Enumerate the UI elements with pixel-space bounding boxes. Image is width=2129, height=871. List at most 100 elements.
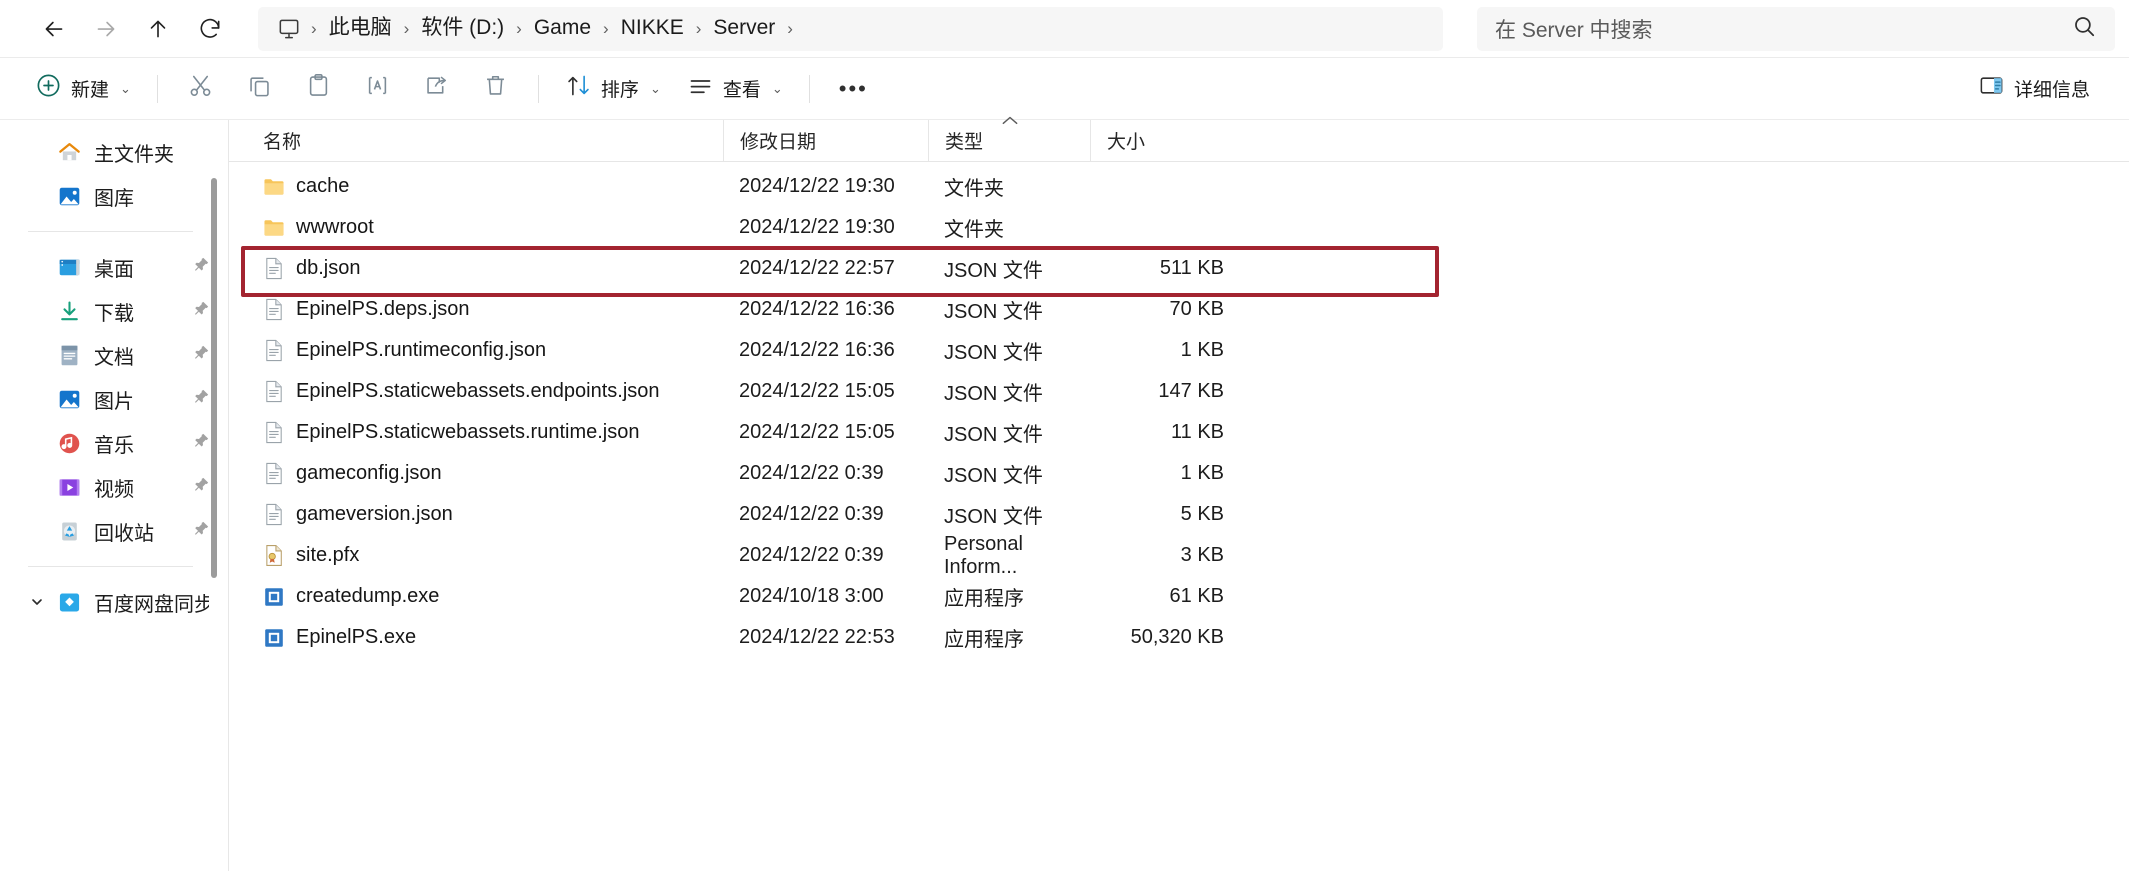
pin-icon[interactable] xyxy=(193,432,209,455)
sidebar-item-label: 百度网盘同步空 xyxy=(94,588,209,617)
forward-arrow-icon xyxy=(93,16,119,42)
sidebar-item-recycle-bin[interactable]: 回收站 xyxy=(6,509,221,553)
column-header-name[interactable]: 名称 xyxy=(247,120,723,162)
breadcrumb-item-this-pc[interactable]: 此电脑 xyxy=(320,11,401,45)
table-row[interactable]: createdump.exe 2024/10/18 3:00 应用程序 61 K… xyxy=(229,576,2129,617)
file-type-cell: Personal Inform... xyxy=(928,535,1090,576)
pin-icon[interactable] xyxy=(193,344,209,367)
cut-button[interactable] xyxy=(171,67,230,111)
table-row[interactable]: gameversion.json 2024/12/22 0:39 JSON 文件… xyxy=(229,494,2129,535)
sidebar-group-pinned: 桌面 下载 xyxy=(0,245,227,553)
pin-icon[interactable] xyxy=(193,476,209,499)
toolbar-divider xyxy=(157,75,158,103)
clipboard-icon xyxy=(305,72,332,105)
file-date-cell: 2024/10/18 3:00 xyxy=(723,576,928,617)
pin-icon[interactable] xyxy=(193,256,209,279)
file-name: site.pfx xyxy=(296,544,359,567)
table-row[interactable]: cache 2024/12/22 19:30 文件夹 xyxy=(229,166,2129,207)
chevron-down-icon[interactable] xyxy=(24,594,50,610)
refresh-button[interactable] xyxy=(184,6,236,52)
command-bar: 新建 ⌄ xyxy=(0,58,2129,120)
breadcrumb-separator: › xyxy=(693,19,705,39)
sidebar-item-videos[interactable]: 视频 xyxy=(6,465,221,509)
sidebar-item-home[interactable]: 主文件夹 xyxy=(6,130,221,174)
sidebar-item-pictures[interactable]: 图片 xyxy=(6,377,221,421)
table-row[interactable]: EpinelPS.staticwebassets.endpoints.json … xyxy=(229,371,2129,412)
table-row[interactable]: EpinelPS.deps.json 2024/12/22 16:36 JSON… xyxy=(229,289,2129,330)
table-row[interactable]: EpinelPS.staticwebassets.runtime.json 20… xyxy=(229,412,2129,453)
breadcrumb-item-server[interactable]: Server xyxy=(704,11,784,45)
copy-button[interactable] xyxy=(230,67,289,111)
sidebar-group-quick: 主文件夹 图库 xyxy=(0,130,227,218)
sort-button-label: 排序 xyxy=(601,75,639,102)
chevron-down-icon[interactable]: ⌄ xyxy=(650,81,661,97)
file-name: gameconfig.json xyxy=(296,462,442,485)
breadcrumb-item-game[interactable]: Game xyxy=(525,11,600,45)
table-row[interactable]: site.pfx 2024/12/22 0:39 Personal Inform… xyxy=(229,535,2129,576)
recycle-bin-icon xyxy=(56,518,82,544)
file-date-cell: 2024/12/22 0:39 xyxy=(723,494,928,535)
table-row[interactable]: gameconfig.json 2024/12/22 0:39 JSON 文件 … xyxy=(229,453,2129,494)
column-header-size[interactable]: 大小 xyxy=(1090,120,1246,162)
sort-button[interactable]: 排序 ⌄ xyxy=(552,67,674,111)
videos-icon xyxy=(56,474,82,500)
breadcrumb-separator: › xyxy=(401,19,413,39)
rename-button[interactable] xyxy=(348,67,407,111)
delete-button[interactable] xyxy=(466,67,525,111)
sidebar-scrollbar[interactable] xyxy=(211,178,217,578)
file-type-cell: 应用程序 xyxy=(928,576,1090,617)
pin-icon[interactable] xyxy=(193,300,209,323)
file-list-pane: 名称 修改日期 类型 大小 xyxy=(228,120,2129,871)
table-row[interactable]: wwwroot 2024/12/22 19:30 文件夹 xyxy=(229,207,2129,248)
view-button[interactable]: 查看 ⌄ xyxy=(674,67,796,111)
this-pc-icon[interactable] xyxy=(272,16,308,42)
sidebar-item-baidu-netdisk[interactable]: 百度网盘同步空 xyxy=(6,580,221,624)
sidebar-item-label: 视频 xyxy=(94,473,193,502)
exe-file-icon xyxy=(263,585,285,609)
file-size-cell: 3 KB xyxy=(1090,535,1246,576)
file-date-cell: 2024/12/22 19:30 xyxy=(723,207,928,248)
details-pane-label: 详细信息 xyxy=(2014,75,2090,102)
paste-button[interactable] xyxy=(289,67,348,111)
search-icon[interactable] xyxy=(2071,13,2097,45)
table-row[interactable]: EpinelPS.exe 2024/12/22 22:53 应用程序 50,32… xyxy=(229,617,2129,658)
pictures-icon xyxy=(56,386,82,412)
sidebar-item-gallery[interactable]: 图库 xyxy=(6,174,221,218)
pin-icon[interactable] xyxy=(193,388,209,411)
address-bar[interactable]: › 此电脑 › 软件 (D:) › Game › NIKKE › Server … xyxy=(258,7,1443,51)
sidebar-item-downloads[interactable]: 下载 xyxy=(6,289,221,333)
breadcrumb-item-nikke[interactable]: NIKKE xyxy=(612,11,693,45)
new-button[interactable]: 新建 ⌄ xyxy=(22,67,144,111)
forward-button[interactable] xyxy=(80,6,132,52)
table-row[interactable]: EpinelPS.runtimeconfig.json 2024/12/22 1… xyxy=(229,330,2129,371)
file-name-cell: createdump.exe xyxy=(247,576,723,617)
chevron-down-icon[interactable]: ⌄ xyxy=(120,81,131,97)
rename-icon xyxy=(364,72,391,105)
more-options-button[interactable]: ••• xyxy=(823,67,884,111)
music-icon xyxy=(56,430,82,456)
chevron-down-icon[interactable]: ⌄ xyxy=(772,81,783,97)
column-header-date-modified[interactable]: 修改日期 xyxy=(723,120,928,162)
back-button[interactable] xyxy=(28,6,80,52)
file-type-cell: JSON 文件 xyxy=(928,330,1090,371)
sidebar-item-desktop[interactable]: 桌面 xyxy=(6,245,221,289)
column-header-type[interactable]: 类型 xyxy=(928,120,1090,162)
navigation-sidebar: 主文件夹 图库 xyxy=(0,120,228,871)
search-input[interactable]: 在 Server 中搜索 xyxy=(1495,14,2071,44)
column-header-label: 类型 xyxy=(945,127,983,154)
sidebar-item-music[interactable]: 音乐 xyxy=(6,421,221,465)
file-size-cell: 1 KB xyxy=(1090,330,1246,371)
breadcrumb-item-drive-d[interactable]: 软件 (D:) xyxy=(412,11,513,45)
new-button-label: 新建 xyxy=(71,75,109,102)
sort-icon xyxy=(565,72,592,105)
table-row-highlighted[interactable]: db.json 2024/12/22 22:57 JSON 文件 511 KB xyxy=(229,248,2129,289)
file-type-cell: JSON 文件 xyxy=(928,453,1090,494)
pin-icon[interactable] xyxy=(193,520,209,543)
file-date-cell: 2024/12/22 15:05 xyxy=(723,412,928,453)
share-button[interactable] xyxy=(407,67,466,111)
up-button[interactable] xyxy=(132,6,184,52)
sidebar-item-documents[interactable]: 文档 xyxy=(6,333,221,377)
details-pane-button[interactable]: 详细信息 xyxy=(1965,67,2103,111)
file-name-cell: gameconfig.json xyxy=(247,453,723,494)
search-box[interactable]: 在 Server 中搜索 xyxy=(1477,7,2115,51)
